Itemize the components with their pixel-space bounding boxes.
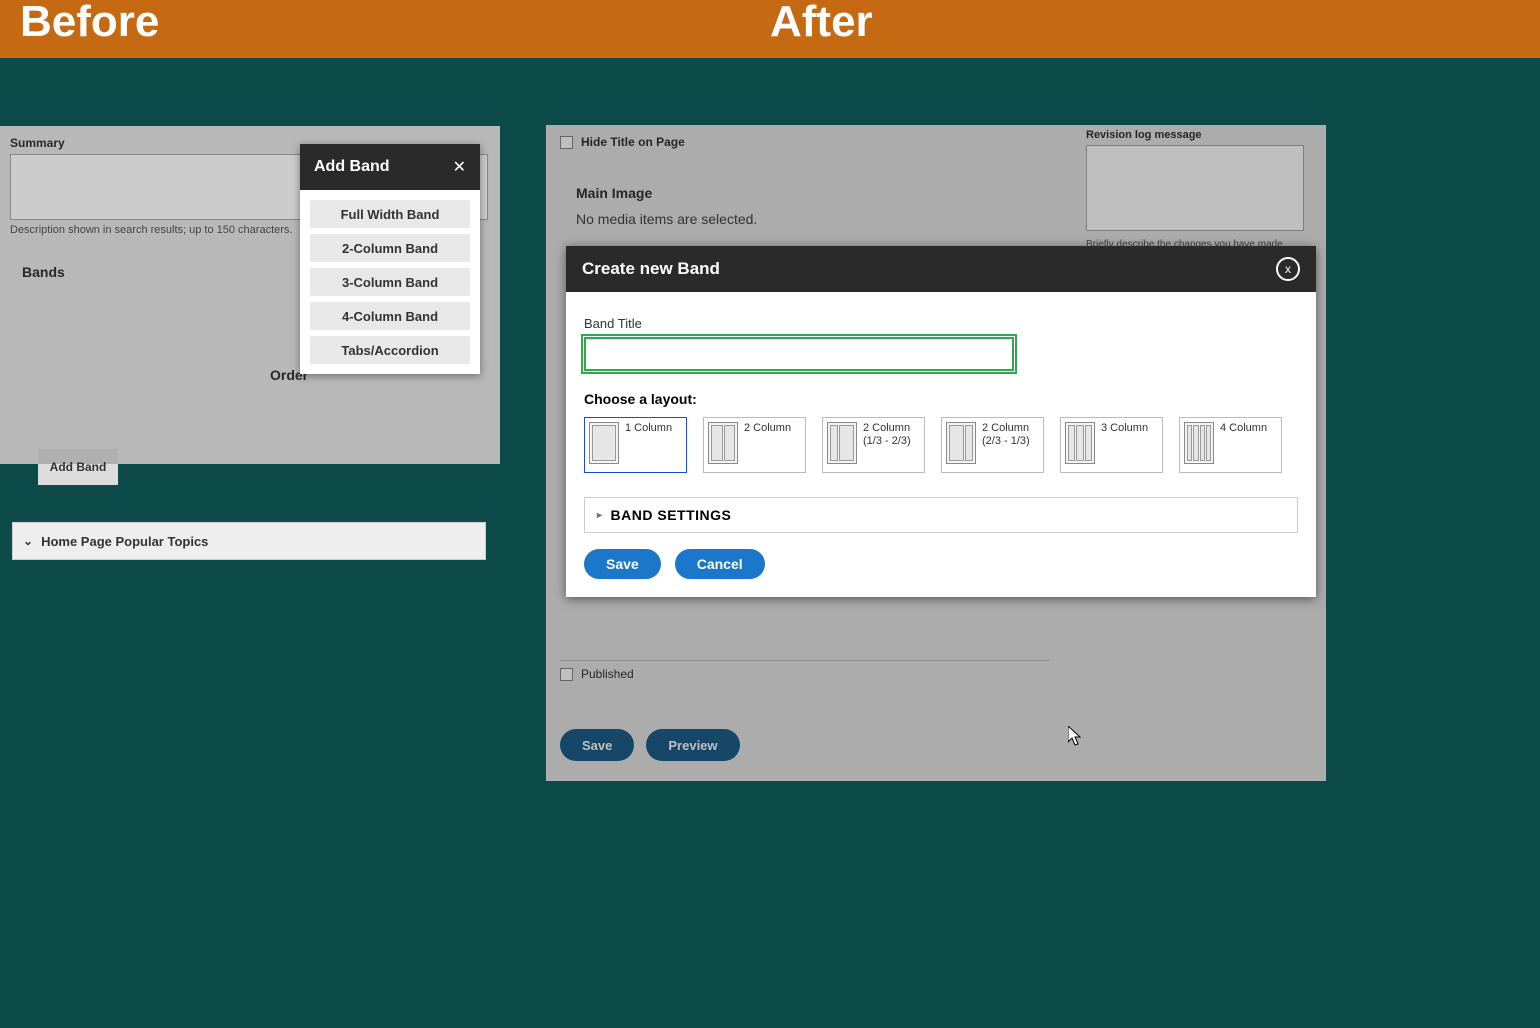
create-band-modal: Create new Band x Band Title Choose a la… xyxy=(566,246,1316,597)
revision-label: Revision log message xyxy=(1086,129,1316,141)
menu-item-full-width[interactable]: Full Width Band xyxy=(310,200,470,228)
layout-label: 2 Column (1/3 - 2/3) xyxy=(863,422,920,468)
save-button[interactable]: Save xyxy=(560,729,634,761)
hide-title-checkbox[interactable] xyxy=(560,136,573,149)
layout-3-column[interactable]: 3 Column xyxy=(1060,417,1163,473)
add-band-menu: Add Band ✕ Full Width Band 2-Column Band… xyxy=(300,144,480,374)
layout-1-column[interactable]: 1 Column xyxy=(584,417,687,473)
hide-title-label: Hide Title on Page xyxy=(581,135,685,149)
preview-button[interactable]: Preview xyxy=(646,729,739,761)
accordion-label: Home Page Popular Topics xyxy=(41,534,208,549)
band-settings-accordion[interactable]: ▸ BAND SETTINGS xyxy=(584,497,1298,533)
layout-label: 1 Column xyxy=(625,422,672,468)
layout-4-column[interactable]: 4 Column xyxy=(1179,417,1282,473)
layout-2-column-23-13[interactable]: 2 Column (2/3 - 1/3) xyxy=(941,417,1044,473)
layout-2-column[interactable]: 2 Column xyxy=(703,417,806,473)
layout-label: 2 Column xyxy=(744,422,791,468)
close-icon[interactable]: x xyxy=(1276,257,1300,281)
published-checkbox[interactable] xyxy=(560,668,573,681)
before-heading: Before xyxy=(0,0,770,58)
band-title-label: Band Title xyxy=(584,316,1298,331)
chevron-down-icon: ⌄ xyxy=(23,534,33,548)
modal-cancel-button[interactable]: Cancel xyxy=(675,549,765,579)
menu-item-tabs-accordion[interactable]: Tabs/Accordion xyxy=(310,336,470,364)
accordion-row[interactable]: ⌄ Home Page Popular Topics xyxy=(12,522,486,560)
layout-label: 3 Column xyxy=(1101,422,1148,468)
triangle-right-icon: ▸ xyxy=(597,510,603,521)
no-media-text: No media items are selected. xyxy=(576,211,1050,227)
published-label: Published xyxy=(581,667,634,681)
cursor-icon xyxy=(1068,726,1084,746)
layout-2-column-13-23[interactable]: 2 Column (1/3 - 2/3) xyxy=(822,417,925,473)
close-icon[interactable]: ✕ xyxy=(453,157,466,177)
band-title-input[interactable] xyxy=(584,337,1014,371)
after-heading: After xyxy=(770,0,1540,58)
menu-item-3-column[interactable]: 3-Column Band xyxy=(310,268,470,296)
modal-title: Create new Band xyxy=(582,259,720,279)
revision-textarea[interactable] xyxy=(1086,145,1304,231)
menu-item-2-column[interactable]: 2-Column Band xyxy=(310,234,470,262)
divider xyxy=(560,660,1050,661)
menu-item-4-column[interactable]: 4-Column Band xyxy=(310,302,470,330)
layout-label: 2 Column (2/3 - 1/3) xyxy=(982,422,1039,468)
comparison-header: Before After xyxy=(0,0,1540,58)
layout-label: 4 Column xyxy=(1220,422,1267,468)
modal-save-button[interactable]: Save xyxy=(584,549,661,579)
band-settings-label: BAND SETTINGS xyxy=(611,507,732,523)
choose-layout-label: Choose a layout: xyxy=(584,391,1298,407)
add-band-menu-title: Add Band xyxy=(314,158,390,176)
add-band-button[interactable]: Add Band xyxy=(38,449,118,485)
main-image-label: Main Image xyxy=(576,185,1050,201)
